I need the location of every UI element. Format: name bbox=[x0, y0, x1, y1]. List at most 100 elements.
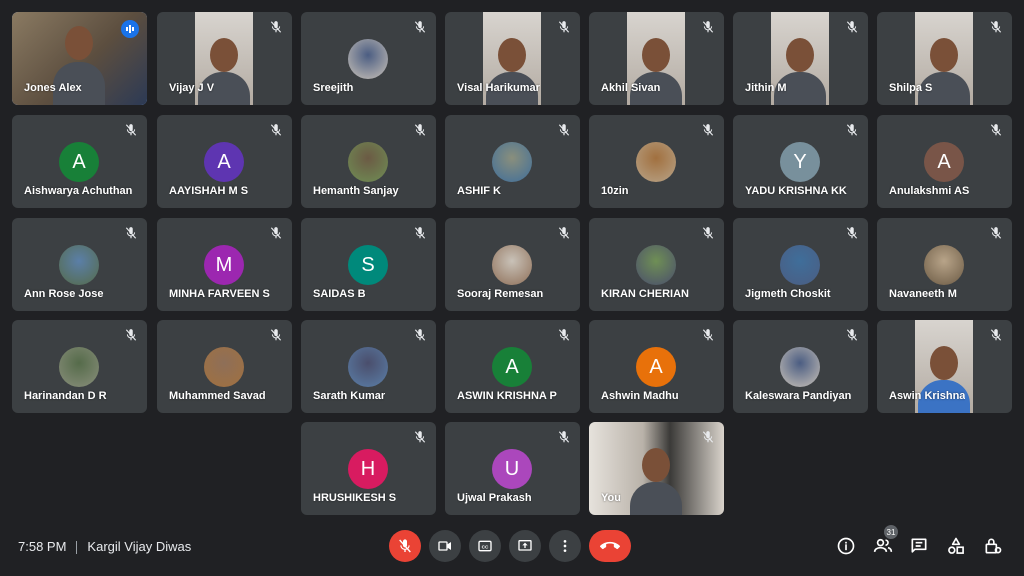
mic-muted-icon bbox=[269, 123, 283, 137]
participant-tile[interactable]: A Aishwarya Achuthan bbox=[12, 115, 147, 208]
participant-tile[interactable]: Vijay J V bbox=[157, 12, 292, 105]
participant-avatar: A bbox=[492, 347, 532, 387]
person-silhouette bbox=[930, 38, 958, 72]
participant-name: Ann Rose Jose bbox=[24, 288, 104, 300]
participant-tile[interactable]: Sarath Kumar bbox=[301, 320, 436, 413]
mic-muted-icon bbox=[557, 226, 571, 240]
participant-tile[interactable]: ASHIF K bbox=[445, 115, 580, 208]
participant-name: Harinandan D R bbox=[24, 390, 107, 402]
participant-tile[interactable]: Aswin Krishna bbox=[877, 320, 1012, 413]
speaking-indicator-icon bbox=[121, 20, 139, 38]
mic-muted-icon bbox=[845, 123, 859, 137]
meeting-title: Kargil Vijay Diwas bbox=[87, 539, 192, 554]
participant-tile[interactable]: M MINHA FARVEEN S bbox=[157, 218, 292, 311]
participant-tile[interactable]: Sooraj Remesan bbox=[445, 218, 580, 311]
participant-name: SAIDAS B bbox=[313, 288, 366, 300]
host-controls-button[interactable] bbox=[982, 535, 1004, 557]
participant-name: KIRAN CHERIAN bbox=[601, 288, 689, 300]
chat-button[interactable] bbox=[908, 535, 930, 557]
participant-avatar: H bbox=[348, 449, 388, 489]
participant-avatar bbox=[348, 142, 388, 182]
divider bbox=[76, 541, 78, 555]
participant-avatar: Y bbox=[780, 142, 820, 182]
participant-name: Anulakshmi AS bbox=[889, 185, 970, 197]
captions-button[interactable]: CC bbox=[469, 530, 501, 562]
mic-muted-icon bbox=[413, 328, 427, 342]
participant-avatar: A bbox=[204, 142, 244, 182]
participant-tile[interactable]: A Anulakshmi AS bbox=[877, 115, 1012, 208]
mic-muted-icon bbox=[701, 430, 715, 444]
people-icon bbox=[873, 538, 893, 552]
mic-muted-icon bbox=[124, 226, 138, 240]
participant-avatar bbox=[780, 347, 820, 387]
participant-avatar: S bbox=[348, 245, 388, 285]
participant-tile[interactable]: H HRUSHIKESH S bbox=[301, 422, 436, 515]
participant-tile[interactable]: S SAIDAS B bbox=[301, 218, 436, 311]
present-icon bbox=[518, 540, 532, 551]
present-button[interactable] bbox=[509, 530, 541, 562]
participant-name: MINHA FARVEEN S bbox=[169, 288, 270, 300]
mic-muted-icon bbox=[701, 20, 715, 34]
participant-tile[interactable]: A ASWIN KRISHNA P bbox=[445, 320, 580, 413]
participant-tile[interactable]: Jones Alex bbox=[12, 12, 147, 105]
svg-text:CC: CC bbox=[482, 544, 489, 549]
participant-tile[interactable]: 10zin bbox=[589, 115, 724, 208]
participant-tile[interactable]: You bbox=[589, 422, 724, 515]
participant-tile[interactable]: Y YADU KRISHNA KK bbox=[733, 115, 868, 208]
participant-name: Sarath Kumar bbox=[313, 390, 386, 402]
mic-muted-icon bbox=[989, 226, 1003, 240]
participant-tile[interactable]: Muhammed Savad bbox=[157, 320, 292, 413]
participant-name: 10zin bbox=[601, 185, 629, 197]
participant-name: ASHIF K bbox=[457, 185, 501, 197]
activities-button[interactable] bbox=[945, 535, 967, 557]
meeting-info-button[interactable] bbox=[835, 535, 857, 557]
more-options-button[interactable] bbox=[549, 530, 581, 562]
participant-name: Navaneeth M bbox=[889, 288, 957, 300]
participant-name: YADU KRISHNA KK bbox=[745, 185, 847, 197]
participant-avatar: M bbox=[204, 245, 244, 285]
participant-tile[interactable]: Harinandan D R bbox=[12, 320, 147, 413]
people-count-badge: 31 bbox=[884, 525, 898, 539]
participant-tile[interactable]: Jithin M bbox=[733, 12, 868, 105]
participant-grid: Jones Alex Vijay J V Sreejith Visal Harikum… bbox=[0, 0, 1024, 520]
captions-icon: CC bbox=[478, 540, 492, 552]
participant-tile[interactable]: Shilpa S bbox=[877, 12, 1012, 105]
participant-avatar: A bbox=[636, 347, 676, 387]
participant-tile[interactable]: Navaneeth M bbox=[877, 218, 1012, 311]
participant-tile[interactable]: A AAYISHAH M S bbox=[157, 115, 292, 208]
mic-muted-icon bbox=[124, 123, 138, 137]
mic-muted-icon bbox=[845, 20, 859, 34]
participant-name: Ashwin Madhu bbox=[601, 390, 679, 402]
mic-muted-icon bbox=[701, 328, 715, 342]
info-icon bbox=[837, 537, 855, 555]
mic-muted-icon bbox=[701, 226, 715, 240]
camera-toggle-button[interactable] bbox=[429, 530, 461, 562]
participant-tile[interactable]: Jigmeth Choskit bbox=[733, 218, 868, 311]
mic-muted-icon bbox=[413, 123, 427, 137]
participant-name: Ujwal Prakash bbox=[457, 492, 532, 504]
participant-tile[interactable]: Sreejith bbox=[301, 12, 436, 105]
participant-tile[interactable]: Akhil Sivan bbox=[589, 12, 724, 105]
clock-time: 7:58 PM bbox=[18, 539, 67, 554]
participant-name: Akhil Sivan bbox=[601, 82, 661, 94]
person-silhouette bbox=[642, 448, 670, 482]
mic-muted-icon bbox=[413, 20, 427, 34]
person-silhouette bbox=[930, 346, 958, 380]
participant-name: Hemanth Sanjay bbox=[313, 185, 399, 197]
participant-tile[interactable]: Kaleswara Pandiyan bbox=[733, 320, 868, 413]
participant-name: AAYISHAH M S bbox=[169, 185, 249, 197]
participant-tile[interactable]: Ann Rose Jose bbox=[12, 218, 147, 311]
participant-tile[interactable]: A Ashwin Madhu bbox=[589, 320, 724, 413]
participant-name: Shilpa S bbox=[889, 82, 933, 94]
participant-tile[interactable]: U Ujwal Prakash bbox=[445, 422, 580, 515]
participant-tile[interactable]: KIRAN CHERIAN bbox=[589, 218, 724, 311]
person-silhouette bbox=[498, 38, 526, 72]
participant-tile[interactable]: Hemanth Sanjay bbox=[301, 115, 436, 208]
mic-toggle-button[interactable] bbox=[389, 530, 421, 562]
mic-muted-icon bbox=[989, 328, 1003, 342]
mic-muted-icon bbox=[989, 20, 1003, 34]
participant-avatar bbox=[636, 142, 676, 182]
leave-call-button[interactable] bbox=[589, 530, 631, 562]
participant-tile[interactable]: Visal Harikumar bbox=[445, 12, 580, 105]
mic-muted-icon bbox=[269, 328, 283, 342]
